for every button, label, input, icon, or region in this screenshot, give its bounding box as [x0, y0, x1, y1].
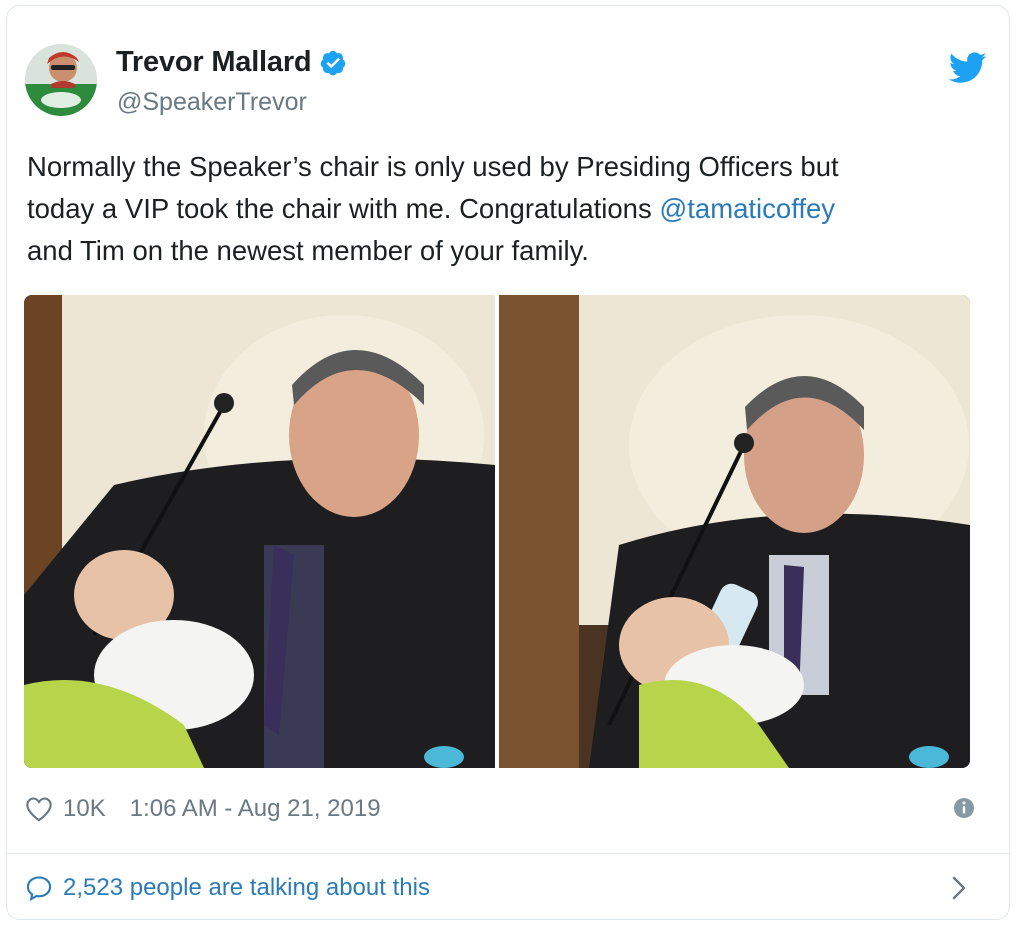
tweet-text: Normally the Speaker’s chair is only use…	[27, 146, 987, 272]
photo-right-image	[499, 295, 970, 768]
twitter-bird-icon[interactable]	[949, 52, 987, 84]
tweet-meta: 10K 1:06 AM - Aug 21, 2019	[25, 792, 975, 826]
like-count[interactable]: 10K	[63, 795, 106, 823]
speech-bubble-icon	[26, 876, 52, 901]
author-handle[interactable]: @SpeakerTrevor	[117, 88, 307, 117]
avatar[interactable]	[25, 44, 97, 116]
photo-left[interactable]	[24, 295, 495, 768]
tweet-header: Trevor Mallard @SpeakerTrevor	[25, 44, 995, 124]
avatar-image	[25, 44, 97, 116]
tweet-text-line-2: today a VIP took the chair with me. Cong…	[27, 188, 987, 230]
divider	[7, 853, 1009, 854]
photo-left-image	[24, 295, 495, 768]
author-name[interactable]: Trevor Mallard	[116, 46, 312, 79]
tweet-text-line-2-start: today a VIP took the chair with me. Cong…	[27, 193, 660, 224]
tweet-media[interactable]	[24, 295, 970, 768]
photo-right[interactable]	[499, 295, 970, 768]
chevron-right-icon[interactable]	[949, 874, 969, 902]
tweet-text-line-1: Normally the Speaker’s chair is only use…	[27, 151, 839, 182]
heart-icon[interactable]	[25, 796, 53, 822]
talking-count-link[interactable]: 2,523 people are talking about this	[63, 874, 430, 902]
tweet-card: Trevor Mallard @SpeakerTrevor Normally t…	[6, 5, 1010, 920]
mention-link[interactable]: @tamaticoffey	[659, 193, 835, 224]
author-name-row[interactable]: Trevor Mallard	[116, 46, 347, 79]
info-icon[interactable]	[953, 797, 975, 819]
tweet-timestamp[interactable]: 1:06 AM - Aug 21, 2019	[130, 795, 381, 823]
tweet-text-line-3: and Tim on the newest member of your fam…	[27, 235, 589, 266]
verified-badge-icon	[321, 50, 346, 75]
conversation-link-row[interactable]: 2,523 people are talking about this	[25, 870, 975, 906]
